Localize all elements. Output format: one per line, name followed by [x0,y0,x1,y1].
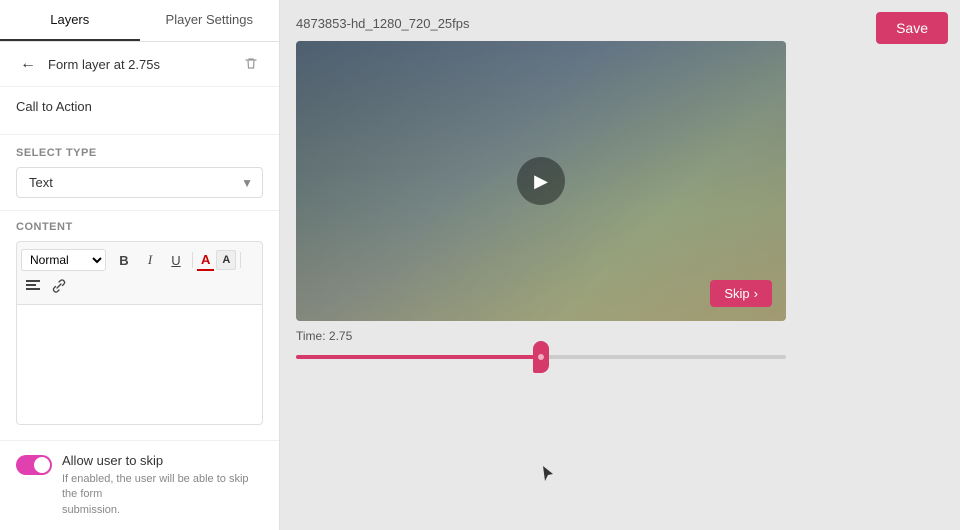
progress-fill [296,355,541,359]
layer-item-row: ← Form layer at 2.75s [0,42,279,87]
align-button[interactable] [21,274,45,298]
save-button[interactable]: Save [876,12,948,44]
tab-player-settings[interactable]: Player Settings [140,0,280,41]
progress-track[interactable] [296,355,786,359]
toggle-knob [34,457,50,473]
video-filename: 4873853-hd_1280_720_25fps [296,16,944,31]
time-label: Time: 2.75 [296,329,944,343]
toggle-label: Allow user to skip [62,453,263,468]
tabs-bar: Layers Player Settings [0,0,279,42]
right-panel: Save 4873853-hd_1280_720_25fps ▶ Skip › … [280,0,960,530]
divider [192,252,193,268]
background-color-button[interactable]: A [216,250,236,270]
tab-layers[interactable]: Layers [0,0,140,41]
call-to-action-label: Call to Action [16,99,263,114]
select-type-dropdown[interactable]: Text Image Button [16,167,263,198]
layer-title: Form layer at 2.75s [48,57,231,72]
progress-container [296,355,786,359]
content-section: CONTENT Normal Heading 1 Heading 2 B I U… [0,211,279,441]
progress-thumb[interactable] [533,341,549,373]
back-arrow-button[interactable]: ← [16,52,40,76]
skip-button[interactable]: Skip › [710,280,772,307]
left-panel: Layers Player Settings ← Form layer at 2… [0,0,280,530]
underline-button[interactable]: U [164,248,188,272]
content-toolbar: Normal Heading 1 Heading 2 B I U A A [16,241,263,305]
call-to-action-section: Call to Action [0,87,279,135]
select-type-label: SELECT TYPE [16,147,263,159]
skip-arrow-icon: › [754,286,758,301]
content-textarea[interactable] [16,305,263,425]
select-type-wrapper: Text Image Button ▼ [16,167,263,198]
link-button[interactable] [47,274,71,298]
skip-label: Skip [724,286,749,301]
video-player[interactable]: ▶ Skip › [296,41,786,321]
toggle-description: If enabled, the user will be able to ski… [62,472,263,518]
divider2 [240,252,241,268]
content-label: CONTENT [16,221,263,233]
allow-skip-row: Allow user to skip If enabled, the user … [0,441,279,530]
text-color-button[interactable]: A [197,250,214,271]
select-type-section: SELECT TYPE Text Image Button ▼ [0,135,279,211]
toggle-content: Allow user to skip If enabled, the user … [62,453,263,518]
format-select[interactable]: Normal Heading 1 Heading 2 [21,249,106,271]
delete-layer-button[interactable] [239,52,263,76]
allow-skip-toggle[interactable] [16,455,52,475]
italic-button[interactable]: I [138,248,162,272]
cursor-indicator [541,464,555,484]
bold-button[interactable]: B [112,248,136,272]
play-button[interactable]: ▶ [517,157,565,205]
